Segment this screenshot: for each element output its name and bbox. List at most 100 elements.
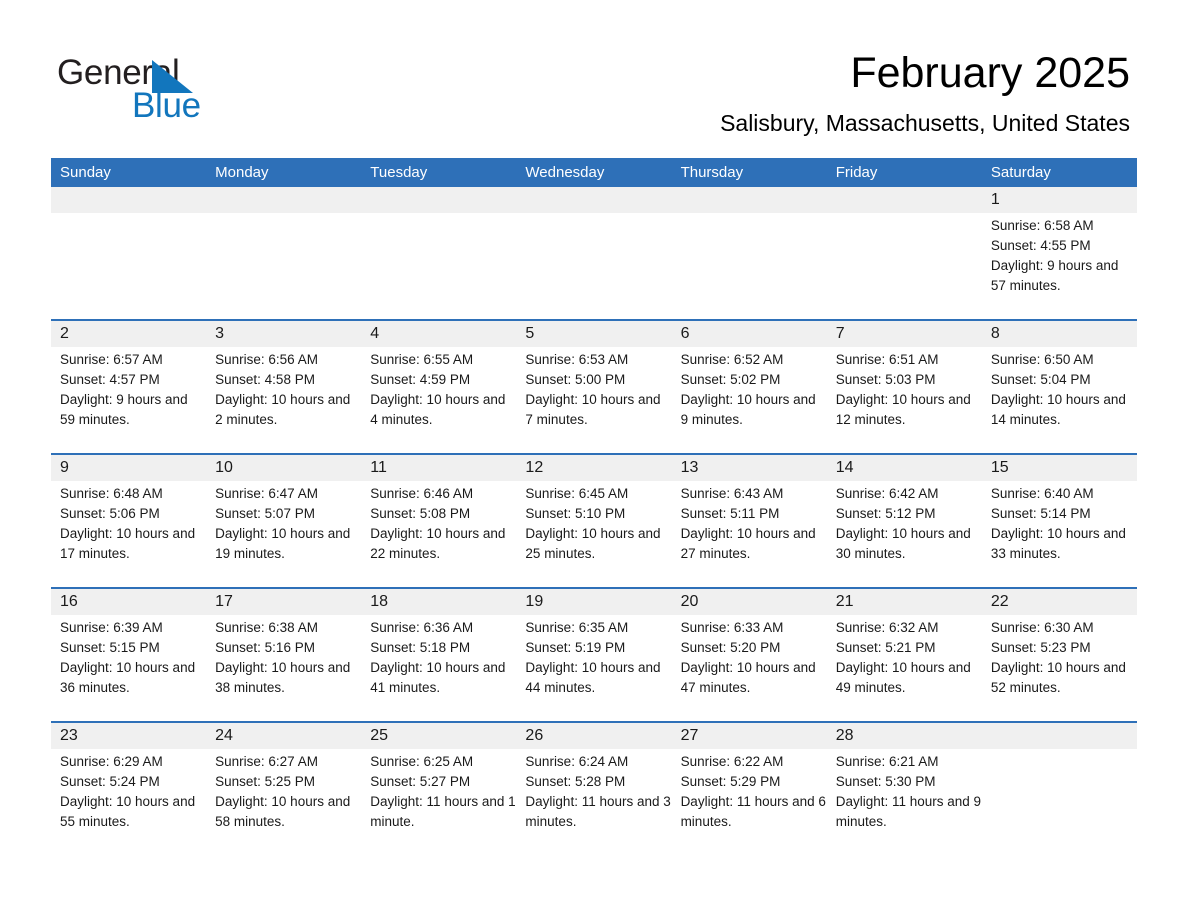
day-cell: Sunrise: 6:43 AM Sunset: 5:11 PM Dayligh… (672, 481, 827, 587)
sunrise-text: Sunrise: 6:42 AM (835, 486, 939, 501)
day-number[interactable]: 18 (361, 589, 516, 615)
day-number[interactable]: 9 (51, 455, 206, 481)
sunset-text: Sunset: 5:06 PM (60, 506, 160, 521)
sunset-text: Sunset: 5:20 PM (680, 640, 781, 655)
week-date-numbers: 2 3 4 5 6 7 8 (51, 321, 1137, 347)
day-number[interactable]: 2 (51, 321, 206, 347)
sunset-text: Sunset: 5:28 PM (525, 774, 626, 789)
sunrise-text: Sunrise: 6:33 AM (680, 620, 784, 635)
daylight-text: Daylight: 10 hours and 49 minutes. (835, 660, 971, 695)
day-cell: Sunrise: 6:40 AM Sunset: 5:14 PM Dayligh… (982, 481, 1137, 587)
day-cell: Sunrise: 6:21 AM Sunset: 5:30 PM Dayligh… (827, 749, 982, 855)
sunrise-text: Sunrise: 6:36 AM (370, 620, 474, 635)
day-number[interactable] (982, 723, 1137, 749)
day-cell: Sunrise: 6:45 AM Sunset: 5:10 PM Dayligh… (516, 481, 671, 587)
daylight-text: Daylight: 10 hours and 17 minutes. (60, 526, 196, 561)
day-number[interactable]: 16 (51, 589, 206, 615)
daylight-text: Daylight: 10 hours and 19 minutes. (215, 526, 351, 561)
day-number[interactable] (51, 187, 206, 213)
sunrise-text: Sunrise: 6:46 AM (370, 486, 474, 501)
sunset-text: Sunset: 5:07 PM (215, 506, 315, 521)
day-cell (51, 213, 206, 319)
day-number[interactable]: 12 (516, 455, 671, 481)
day-cell: Sunrise: 6:57 AM Sunset: 4:57 PM Dayligh… (51, 347, 206, 453)
daylight-text: Daylight: 10 hours and 7 minutes. (525, 392, 661, 427)
day-cell: Sunrise: 6:50 AM Sunset: 5:04 PM Dayligh… (982, 347, 1137, 453)
day-number[interactable]: 5 (516, 321, 671, 347)
sunrise-text: Sunrise: 6:39 AM (60, 620, 163, 635)
day-number[interactable]: 25 (361, 723, 516, 749)
sunrise-text: Sunrise: 6:56 AM (215, 352, 318, 367)
week-date-numbers: 1 (51, 187, 1137, 213)
day-number[interactable]: 4 (361, 321, 516, 347)
day-number[interactable] (361, 187, 516, 213)
daylight-text: Daylight: 10 hours and 52 minutes. (990, 660, 1126, 695)
weekday-header-row: Sunday Monday Tuesday Wednesday Thursday… (51, 158, 1137, 187)
sunset-text: Sunset: 5:14 PM (990, 506, 1091, 521)
sunset-text: Sunset: 5:21 PM (835, 640, 936, 655)
daylight-text: Daylight: 10 hours and 33 minutes. (990, 526, 1126, 561)
day-cell: Sunrise: 6:55 AM Sunset: 4:59 PM Dayligh… (361, 347, 516, 453)
day-number[interactable]: 20 (672, 589, 827, 615)
sunrise-text: Sunrise: 6:32 AM (835, 620, 939, 635)
calendar-grid: Sunday Monday Tuesday Wednesday Thursday… (51, 158, 1137, 855)
daylight-text: Daylight: 11 hours and 1 minute. (370, 794, 516, 829)
day-number[interactable]: 23 (51, 723, 206, 749)
sunset-text: Sunset: 5:02 PM (680, 372, 781, 387)
day-number[interactable]: 15 (982, 455, 1137, 481)
sunrise-text: Sunrise: 6:48 AM (60, 486, 163, 501)
daylight-text: Daylight: 10 hours and 30 minutes. (835, 526, 971, 561)
day-number[interactable]: 21 (827, 589, 982, 615)
day-number[interactable] (206, 187, 361, 213)
sunrise-text: Sunrise: 6:47 AM (215, 486, 318, 501)
day-number[interactable]: 22 (982, 589, 1137, 615)
sunset-text: Sunset: 4:58 PM (215, 372, 315, 387)
day-number[interactable]: 6 (672, 321, 827, 347)
sunrise-text: Sunrise: 6:43 AM (680, 486, 784, 501)
sunset-text: Sunset: 5:29 PM (680, 774, 781, 789)
day-number[interactable]: 10 (206, 455, 361, 481)
day-cell (672, 213, 827, 319)
daylight-text: Daylight: 10 hours and 41 minutes. (370, 660, 506, 695)
day-number[interactable]: 17 (206, 589, 361, 615)
page-header: General Blue February 2025 Salisbury, Ma… (0, 0, 1188, 155)
day-number[interactable]: 13 (672, 455, 827, 481)
sunrise-text: Sunrise: 6:57 AM (60, 352, 163, 367)
sunset-text: Sunset: 5:10 PM (525, 506, 626, 521)
day-number[interactable]: 7 (827, 321, 982, 347)
sunrise-text: Sunrise: 6:40 AM (990, 486, 1094, 501)
day-number[interactable]: 19 (516, 589, 671, 615)
sunset-text: Sunset: 5:25 PM (215, 774, 315, 789)
sunrise-text: Sunrise: 6:50 AM (990, 352, 1094, 367)
daylight-text: Daylight: 10 hours and 22 minutes. (370, 526, 506, 561)
calendar-page: General Blue February 2025 Salisbury, Ma… (0, 0, 1188, 918)
day-number[interactable] (516, 187, 671, 213)
week-row: 2 3 4 5 6 7 8 Sunrise: 6:57 AM Sunset: 4… (51, 321, 1137, 455)
day-number[interactable] (672, 187, 827, 213)
day-number[interactable]: 11 (361, 455, 516, 481)
day-cell (516, 213, 671, 319)
sunset-text: Sunset: 4:55 PM (990, 238, 1091, 253)
day-number[interactable]: 3 (206, 321, 361, 347)
day-cell: Sunrise: 6:52 AM Sunset: 5:02 PM Dayligh… (672, 347, 827, 453)
day-number[interactable]: 14 (827, 455, 982, 481)
daylight-text: Daylight: 10 hours and 27 minutes. (680, 526, 816, 561)
sunrise-text: Sunrise: 6:45 AM (525, 486, 629, 501)
day-number[interactable]: 27 (672, 723, 827, 749)
day-number[interactable]: 26 (516, 723, 671, 749)
day-number[interactable]: 24 (206, 723, 361, 749)
day-cell: Sunrise: 6:47 AM Sunset: 5:07 PM Dayligh… (206, 481, 361, 587)
day-number[interactable]: 28 (827, 723, 982, 749)
sunrise-text: Sunrise: 6:30 AM (990, 620, 1094, 635)
sunset-text: Sunset: 5:08 PM (370, 506, 471, 521)
day-cell: Sunrise: 6:42 AM Sunset: 5:12 PM Dayligh… (827, 481, 982, 587)
week-row: 16 17 18 19 20 21 22 Sunrise: 6:39 AM Su… (51, 589, 1137, 723)
daylight-text: Daylight: 10 hours and 55 minutes. (60, 794, 196, 829)
day-cell: Sunrise: 6:53 AM Sunset: 5:00 PM Dayligh… (516, 347, 671, 453)
daylight-text: Daylight: 10 hours and 14 minutes. (990, 392, 1126, 427)
day-number[interactable] (827, 187, 982, 213)
daylight-text: Daylight: 10 hours and 9 minutes. (680, 392, 816, 427)
day-cell: Sunrise: 6:35 AM Sunset: 5:19 PM Dayligh… (516, 615, 671, 721)
day-number[interactable]: 1 (982, 187, 1137, 213)
day-number[interactable]: 8 (982, 321, 1137, 347)
